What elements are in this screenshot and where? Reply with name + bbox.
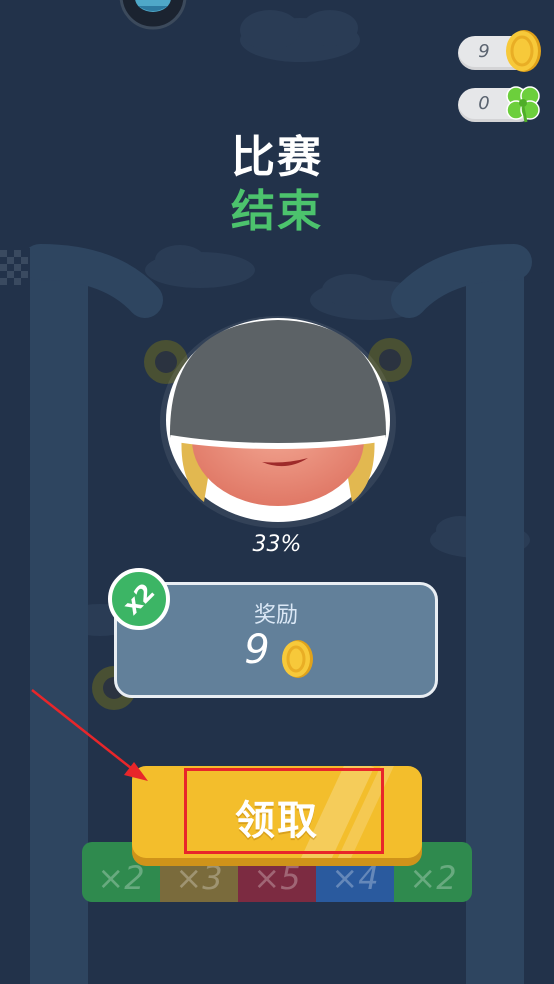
coin-count: 9 bbox=[478, 41, 490, 62]
clover-icon bbox=[506, 86, 540, 123]
title-line-2: 结束 bbox=[231, 186, 323, 237]
multiplier-badge: x2 bbox=[108, 568, 170, 630]
claim-button[interactable]: 领取 bbox=[132, 766, 422, 858]
clover-counter: 0 bbox=[458, 86, 540, 123]
coin-counter: 9 bbox=[458, 30, 541, 72]
coin-icon bbox=[506, 30, 541, 72]
title-line-1: 比赛 bbox=[231, 132, 323, 183]
character-avatar bbox=[160, 316, 396, 528]
progress-percent: 33% bbox=[252, 532, 302, 557]
reward-amount: 9 bbox=[244, 627, 270, 673]
claim-button-label: 领取 bbox=[235, 798, 319, 844]
coin-icon bbox=[282, 640, 313, 678]
bird-icon[interactable] bbox=[118, 0, 188, 30]
clover-count: 0 bbox=[478, 93, 490, 114]
